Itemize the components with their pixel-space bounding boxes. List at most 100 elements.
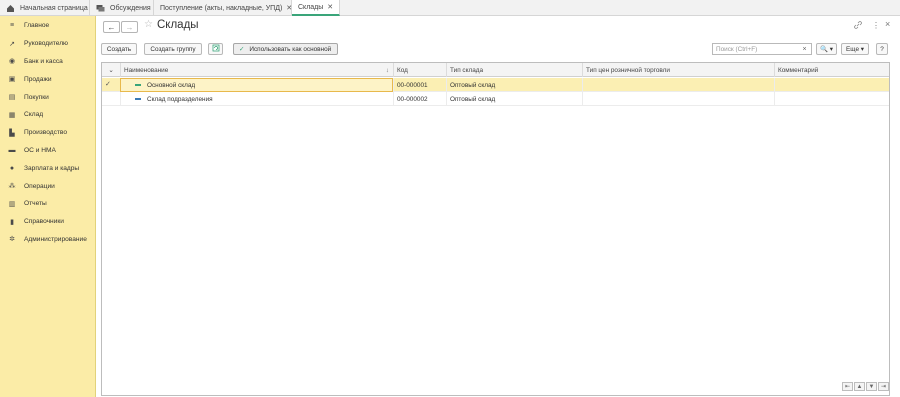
sidebar: ≡ Главное ↗ Руководителю ◉ Банк и касса ▣ Прода…	[0, 16, 96, 397]
forward-button[interactable]: →	[121, 21, 138, 33]
use-as-default-label: Использовать как основной	[249, 45, 332, 53]
star-icon[interactable]: ☆	[144, 19, 153, 30]
cell-comment	[774, 92, 889, 106]
bank-icon: ◉	[8, 58, 16, 66]
chevron-down-icon: ⌄	[108, 67, 114, 74]
cell-price_type	[582, 78, 774, 92]
refresh-button[interactable]	[208, 43, 223, 55]
help-button[interactable]: ?	[876, 43, 888, 55]
sidebar-item[interactable]: ▬ ОС и НМА	[0, 142, 95, 160]
sidebar-item[interactable]: ▮ Справочники	[0, 213, 95, 231]
tab-warehouses[interactable]: Склады ✕	[292, 0, 341, 16]
link-icon[interactable]	[854, 21, 862, 31]
cell-comment	[774, 78, 889, 92]
row-check-icon[interactable]: ✓	[105, 80, 111, 88]
cell-price_type	[582, 92, 774, 106]
main-content: ← → ☆ Склады ⋮ × Создать Создать группу …	[97, 16, 900, 397]
sidebar-item-label: ОС и НМА	[24, 146, 56, 154]
table-row[interactable]: ✓ Основной склад 00-000001 Оптовый склад	[102, 78, 889, 92]
sidebar-item[interactable]: ✲ Администрирование	[0, 231, 95, 249]
column-label: Комментарий	[778, 66, 819, 74]
more-button[interactable]: Еще ▾	[841, 43, 869, 55]
cell-text: 00-000001	[397, 81, 428, 89]
more-icon[interactable]: ⋮	[872, 21, 880, 30]
cell-type: Оптовый склад	[446, 78, 582, 92]
column-label: Тип цен розничной торговли	[586, 66, 670, 74]
column-name[interactable]: Наименование ↓	[120, 63, 393, 77]
column-comment[interactable]: Комментарий	[774, 63, 889, 77]
cell-type: Оптовый склад	[446, 92, 582, 106]
cell-text: Оптовый склад	[450, 81, 496, 89]
tab-receipt[interactable]: Поступление (акты, накладные, УПД) ✕	[154, 0, 292, 16]
bag-icon: ▣	[8, 76, 16, 84]
clear-icon[interactable]: ×	[797, 43, 812, 55]
column-code[interactable]: Код	[393, 63, 446, 77]
use-as-default-button[interactable]: ✓ Использовать как основной	[233, 43, 338, 55]
sidebar-item-label: Склад	[24, 111, 44, 119]
sidebar-item-label: Операции	[24, 182, 55, 190]
item-marker-icon	[135, 84, 141, 86]
create-group-button[interactable]: Создать группу	[144, 43, 202, 55]
column-type[interactable]: Тип склада	[446, 63, 582, 77]
cell-name: Склад подразделения	[120, 92, 393, 106]
last-page-button[interactable]: ⇥	[878, 382, 889, 391]
sidebar-item-label: Зарплата и кадры	[24, 164, 80, 172]
cell-name: Основной склад	[120, 78, 393, 92]
factory-icon: ▙	[9, 129, 15, 137]
table-row[interactable]: Склад подразделения 00-000002 Оптовый скла…	[102, 92, 889, 106]
sidebar-item[interactable]: ▤ Покупки	[0, 88, 95, 106]
sidebar-item[interactable]: ≡ Главное	[0, 17, 95, 35]
page-up-button[interactable]: ▲	[854, 382, 865, 391]
tab-label: Склады	[298, 3, 324, 11]
book-icon: ▮	[10, 218, 14, 226]
operations-icon: ⁂	[8, 183, 16, 191]
sidebar-item-label: Руководителю	[24, 40, 68, 48]
sidebar-item[interactable]: ⁂ Операции	[0, 177, 95, 195]
check-icon: ✓	[239, 46, 245, 53]
tab-bar: Начальная страница Обсуждения Поступлени…	[0, 0, 900, 16]
sidebar-item[interactable]: ◉ Банк и касса	[0, 53, 95, 71]
cart-icon: ▤	[8, 94, 16, 102]
column-label: Наименование	[124, 66, 169, 74]
sidebar-item[interactable]: ▥ Отчеты	[0, 195, 95, 213]
sidebar-item-label: Банк и касса	[24, 57, 63, 65]
first-page-button[interactable]: ⇤	[842, 382, 853, 391]
refresh-icon	[212, 44, 220, 54]
sidebar-item-label: Продажи	[24, 75, 52, 83]
sidebar-item-label: Администрирование	[24, 235, 87, 243]
tab-label: Начальная страница	[20, 4, 88, 12]
sidebar-item[interactable]: ▦ Склад	[0, 106, 95, 124]
sidebar-item[interactable]: ▙ Производство	[0, 124, 95, 142]
cell-code: 00-000002	[393, 92, 446, 106]
column-price-type[interactable]: Тип цен розничной торговли	[582, 63, 774, 77]
cell-code: 00-000001	[393, 78, 446, 92]
close-icon[interactable]: ✕	[327, 3, 333, 11]
create-button[interactable]: Создать	[101, 43, 137, 55]
sidebar-item-label: Справочники	[24, 218, 64, 226]
tab-home[interactable]: Начальная страница	[0, 0, 90, 16]
cell-text: 00-000002	[397, 95, 428, 103]
column-label: Код	[397, 66, 408, 74]
select-all-checkbox[interactable]: ⌄	[102, 63, 120, 77]
sidebar-item[interactable]: ↗ Руководителю	[0, 35, 95, 53]
warehouse-table: ⌄ Наименование ↓ Код Тип склада Тип цен …	[101, 62, 890, 396]
back-button[interactable]: ←	[103, 21, 120, 33]
assets-icon: ▬	[8, 146, 16, 154]
sidebar-item-label: Производство	[24, 129, 67, 137]
gear-icon: ✲	[9, 236, 15, 244]
sidebar-item-label: Главное	[24, 22, 50, 30]
chat-icon	[96, 4, 105, 13]
sidebar-item-label: Покупки	[24, 93, 49, 101]
search-button[interactable]: 🔍 ▾	[816, 43, 837, 55]
tab-discussions[interactable]: Обсуждения	[90, 0, 154, 16]
page-down-button[interactable]: ▼	[866, 382, 877, 391]
person-icon: ●	[9, 164, 15, 172]
warehouse-icon: ▦	[8, 111, 16, 119]
sidebar-item[interactable]: ▣ Продажи	[0, 70, 95, 88]
cell-text: Оптовый склад	[450, 95, 496, 103]
close-icon[interactable]: ×	[885, 19, 890, 29]
page-title: Склады	[157, 19, 199, 31]
column-label: Тип склада	[450, 66, 484, 74]
sidebar-item[interactable]: ● Зарплата и кадры	[0, 159, 95, 177]
sidebar-item-label: Отчеты	[24, 200, 47, 208]
